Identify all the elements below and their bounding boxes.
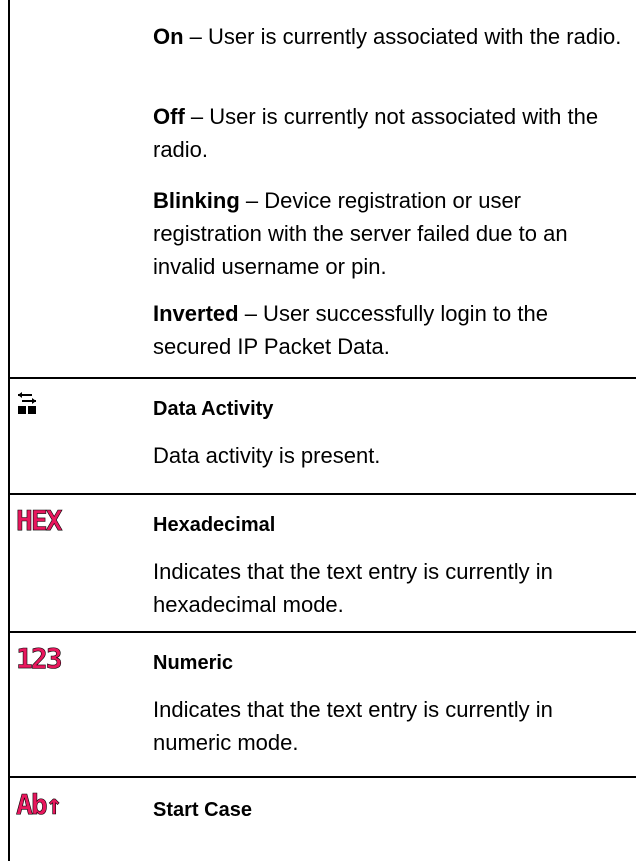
- document-page: On – User is currently associated with t…: [0, 0, 636, 861]
- row-divider: [8, 776, 636, 778]
- status-term: On: [153, 24, 184, 49]
- start-case-icon-text: Ab↑: [16, 788, 61, 820]
- hex-icon-text: HEX: [16, 504, 63, 536]
- entry-desc: Indicates that the text entry is current…: [153, 697, 553, 755]
- entry-title: Hexadecimal: [153, 514, 276, 536]
- status-inverted: Inverted – User successfully login to th…: [153, 297, 628, 363]
- row-divider: [8, 377, 636, 379]
- entry-title: Start Case: [153, 799, 252, 821]
- start-case-icon: Ab↑: [16, 788, 90, 820]
- status-term: Blinking: [153, 188, 240, 213]
- status-blinking: Blinking – Device registration or user r…: [153, 184, 628, 283]
- entry-title: Data Activity: [153, 398, 274, 420]
- entry-desc: Indicates that the text entry is current…: [153, 559, 553, 617]
- numeric-icon: 123: [16, 642, 90, 674]
- status-off: Off – User is currently not associated w…: [153, 100, 628, 166]
- status-on: On – User is currently associated with t…: [153, 20, 628, 53]
- row-divider: [8, 631, 636, 633]
- data-activity-icon: [16, 392, 38, 414]
- entry-title: Numeric: [153, 652, 234, 674]
- status-desc: – User is currently associated with the …: [183, 24, 622, 49]
- status-desc: – User is currently not associated with …: [153, 104, 599, 162]
- status-term: Inverted: [153, 301, 239, 326]
- entry-desc: Data activity is present.: [153, 443, 381, 468]
- numeric-icon-text: 123: [16, 642, 62, 674]
- hex-icon: HEX: [16, 504, 90, 536]
- row-divider: [8, 493, 636, 495]
- table-left-border: [8, 0, 10, 861]
- status-term: Off: [153, 104, 185, 129]
